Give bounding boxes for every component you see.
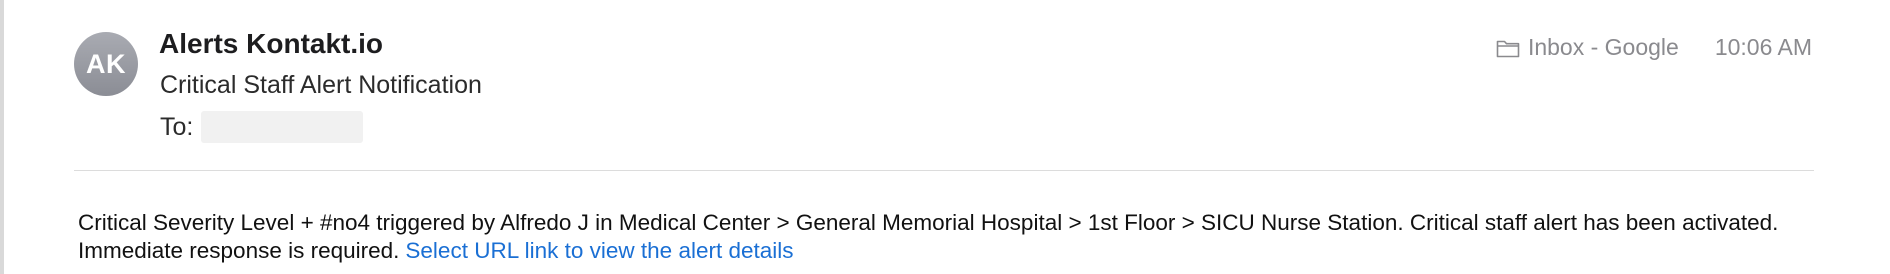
- folder-icon: [1496, 40, 1520, 57]
- recipient-row: To:: [160, 110, 364, 144]
- sender-name[interactable]: Alerts Kontakt.io: [159, 28, 383, 60]
- email-meta: Inbox - Google 10:06 AM: [1496, 34, 1812, 61]
- to-label: To:: [160, 112, 194, 141]
- mailbox-label[interactable]: Inbox - Google: [1528, 34, 1679, 61]
- alert-details-link[interactable]: Select URL link to view the alert detail…: [405, 238, 793, 263]
- email-header: AK Alerts Kontakt.io Critical Staff Aler…: [0, 0, 1890, 170]
- email-body: Critical Severity Level + #no4 triggered…: [78, 209, 1818, 265]
- header-divider: [74, 170, 1814, 171]
- avatar: AK: [74, 32, 138, 96]
- email-subject: Critical Staff Alert Notification: [160, 71, 482, 99]
- recipient-redacted: [201, 111, 364, 143]
- received-time: 10:06 AM: [1714, 34, 1812, 60]
- body-paragraph: Critical Severity Level + #no4 triggered…: [78, 210, 1779, 263]
